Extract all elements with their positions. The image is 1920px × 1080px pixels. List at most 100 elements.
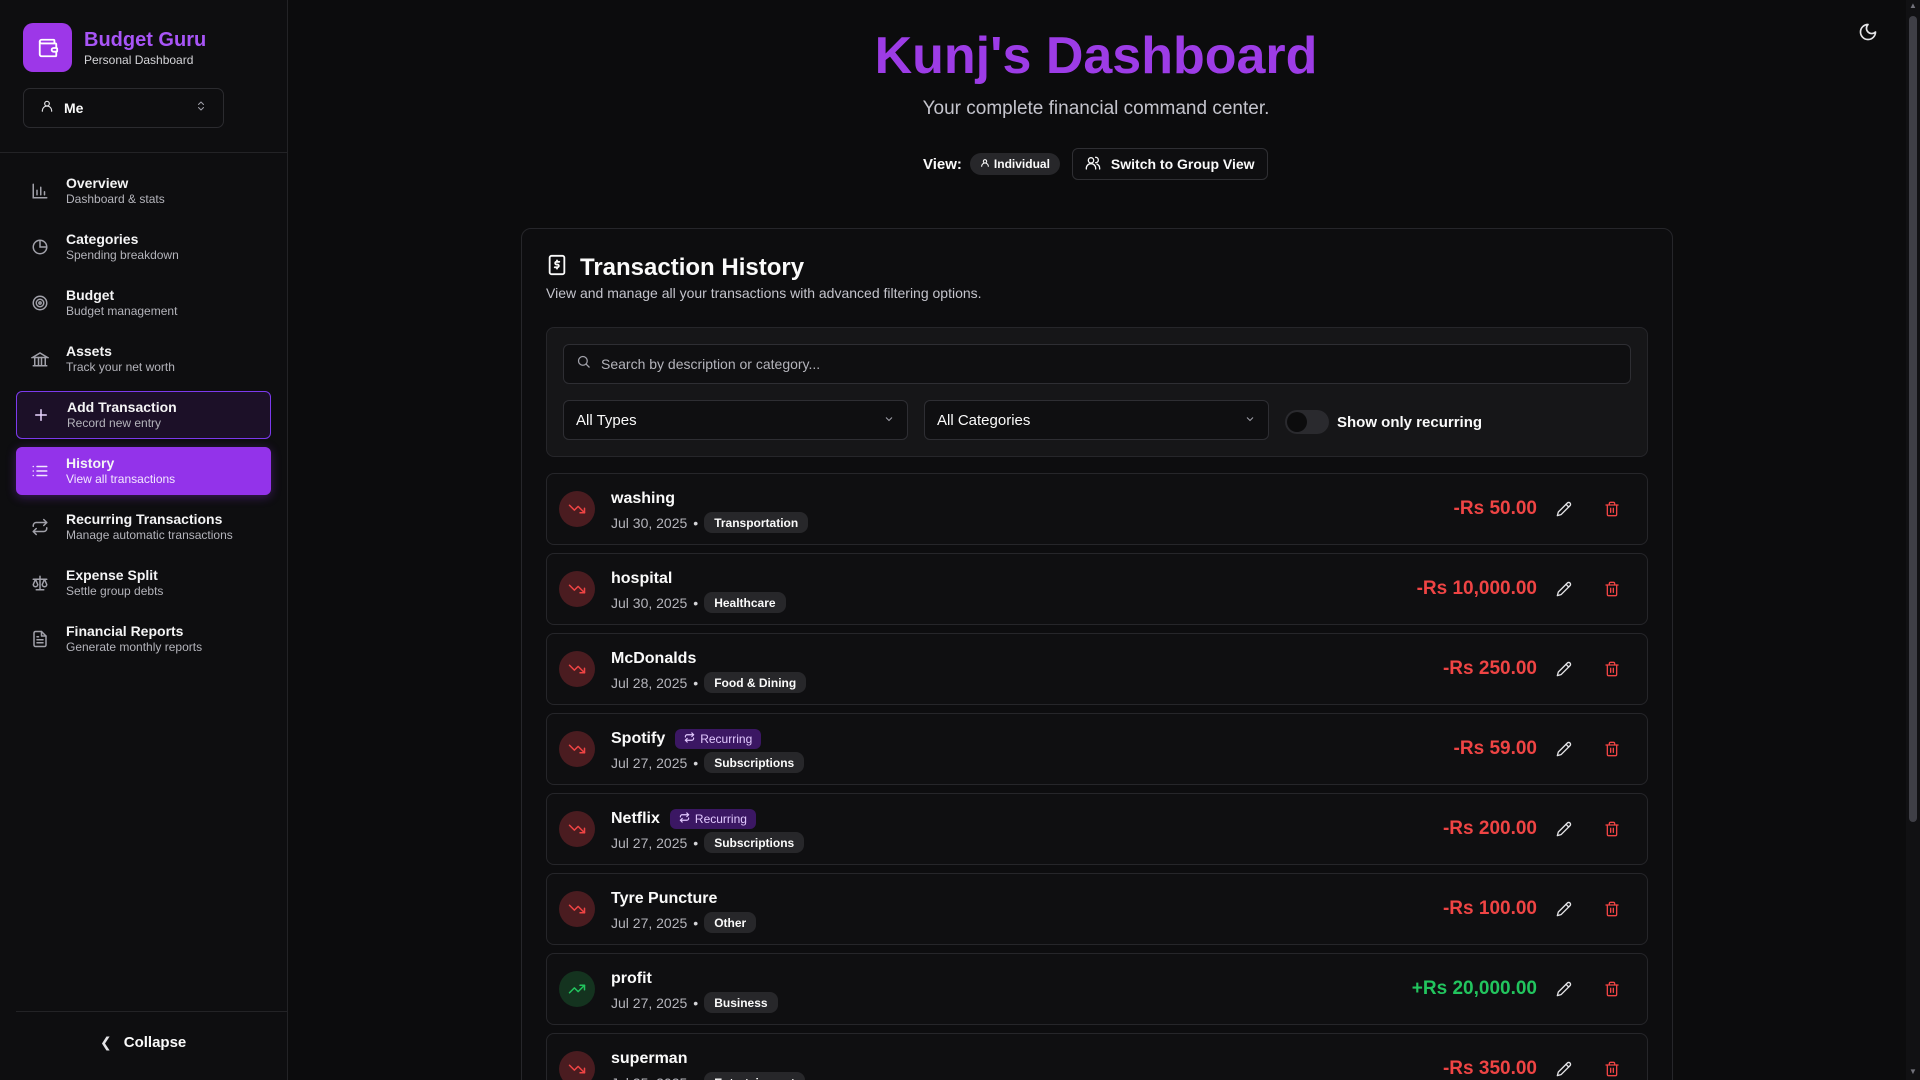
pencil-icon[interactable]: [1553, 498, 1575, 520]
trash-icon[interactable]: [1601, 738, 1623, 760]
moon-icon[interactable]: [1858, 22, 1880, 44]
transaction-row[interactable]: McDonalds Jul 28, 2025 • Food & Dining -…: [546, 633, 1648, 705]
chevron-down-icon: [1244, 412, 1256, 429]
app-subtitle: Personal Dashboard: [84, 52, 194, 67]
trending-down-icon: [559, 891, 595, 927]
transaction-amount: -Rs 10,000.00: [1416, 578, 1537, 599]
pencil-icon[interactable]: [1553, 1058, 1575, 1080]
sidebar-item-assets[interactable]: Assets Track your net worth: [16, 335, 271, 383]
separator-dot: •: [693, 754, 699, 771]
separator-dot: •: [693, 674, 699, 691]
separator-dot: •: [693, 594, 699, 611]
sidebar-item-history[interactable]: History View all transactions: [16, 447, 271, 495]
pencil-icon[interactable]: [1553, 898, 1575, 920]
view-switcher: View: Individual Switch to Group View: [923, 148, 1268, 180]
sidebar-item-title: Categories: [66, 231, 139, 247]
brand: Budget Guru Personal Dashboard: [23, 23, 206, 72]
type-filter-select[interactable]: All Types: [563, 400, 908, 440]
category-badge: Other: [704, 912, 757, 933]
sidebar-item-title: Financial Reports: [66, 623, 184, 639]
sidebar-item-financial-reports[interactable]: Financial Reports Generate monthly report…: [16, 615, 271, 663]
scroll-down-arrow-icon[interactable]: ▼: [1909, 1068, 1917, 1076]
recurring-badge-label: Recurring: [694, 812, 747, 826]
trash-icon[interactable]: [1601, 498, 1623, 520]
user-select-label: Me: [64, 100, 84, 116]
type-filter-value: All Types: [576, 411, 637, 429]
trash-icon[interactable]: [1601, 658, 1623, 680]
search-input[interactable]: [601, 356, 1601, 372]
transaction-history-card: Transaction History View and manage all …: [521, 228, 1673, 1080]
bar-chart-icon: [30, 181, 50, 201]
trash-icon[interactable]: [1601, 1058, 1623, 1080]
card-description: View and manage all your transactions wi…: [546, 285, 982, 301]
category-filter-value: All Categories: [937, 411, 1031, 429]
user-icon: [980, 157, 990, 171]
sidebar-item-recurring-transactions[interactable]: Recurring Transactions Manage automatic t…: [16, 503, 271, 551]
transaction-row[interactable]: Tyre Puncture Jul 27, 2025 • Other -Rs 1…: [546, 873, 1648, 945]
trash-icon[interactable]: [1601, 578, 1623, 600]
recurring-badge-label: Recurring: [700, 732, 753, 746]
trending-down-icon: [559, 731, 595, 767]
pencil-icon[interactable]: [1553, 818, 1575, 840]
sidebar-item-subtitle: Settle group debts: [66, 584, 164, 598]
separator-dot: •: [693, 1075, 698, 1080]
pencil-icon[interactable]: [1553, 738, 1575, 760]
scroll-up-arrow-icon[interactable]: ▲: [1909, 2, 1917, 10]
transaction-date: Jul 30, 2025: [611, 514, 688, 531]
transaction-name: profit: [611, 970, 652, 987]
transaction-row[interactable]: Netflix Recurring Jul 27, 2025 • Subscri…: [546, 793, 1648, 865]
page-subtitle: Your complete financial command center.: [922, 98, 1270, 119]
user-select[interactable]: Me: [23, 88, 224, 128]
search-icon: [576, 354, 591, 374]
transaction-amount: +Rs 20,000.00: [1411, 978, 1537, 999]
recurring-badge: Recurring: [675, 729, 762, 749]
transaction-date: Jul 30, 2025: [611, 594, 688, 611]
sidebar-item-subtitle: Generate monthly reports: [66, 640, 203, 654]
switch-to-group-view-button[interactable]: Switch to Group View: [1071, 148, 1268, 180]
sidebar-item-budget[interactable]: Budget Budget management: [16, 279, 271, 327]
chevron-left-icon: ❮: [100, 1034, 112, 1050]
sidebar-item-title: Recurring Transactions: [66, 511, 223, 527]
separator-dot: •: [693, 514, 699, 531]
sidebar-divider: [0, 152, 288, 153]
transaction-row[interactable]: hospital Jul 30, 2025 • Healthcare -Rs 1…: [546, 553, 1648, 625]
recurring-toggle[interactable]: [1285, 410, 1329, 434]
sidebar-item-title: Overview: [66, 175, 129, 191]
transaction-name: Spotify: [611, 730, 666, 747]
list-icon: [30, 461, 50, 481]
transaction-date: Jul 25, 2025: [611, 1075, 687, 1080]
category-badge: Subscriptions: [704, 752, 805, 773]
sidebar-item-overview[interactable]: Overview Dashboard & stats: [16, 167, 271, 215]
scrollbar[interactable]: ▲ ▼: [1906, 0, 1920, 1080]
transaction-row[interactable]: superman Jul 25, 2025 • Entertainment -R…: [546, 1033, 1648, 1080]
trash-icon[interactable]: [1601, 978, 1623, 1000]
bank-icon: [30, 349, 50, 369]
transaction-row[interactable]: washing Jul 30, 2025 • Transportation -R…: [546, 473, 1648, 545]
trash-icon[interactable]: [1601, 818, 1623, 840]
category-badge: Business: [704, 992, 778, 1013]
category-filter-select[interactable]: All Categories: [924, 400, 1269, 440]
collapse-label: Collapse: [123, 1034, 187, 1051]
sidebar-item-expense-split[interactable]: Expense Split Settle group debts: [16, 559, 271, 607]
transaction-amount: -Rs 350.00: [1442, 1058, 1537, 1079]
collapse-button[interactable]: ❮ Collapse: [100, 1034, 186, 1051]
trending-down-icon: [559, 1051, 595, 1080]
pie-chart-icon: [30, 237, 50, 257]
scroll-thumb[interactable]: [1909, 16, 1917, 822]
sidebar-item-add-transaction[interactable]: Add Transaction Record new entry: [16, 391, 271, 439]
search-box: [563, 344, 1631, 384]
transaction-row[interactable]: profit Jul 27, 2025 • Business +Rs 20,00…: [546, 953, 1648, 1025]
trash-icon[interactable]: [1601, 898, 1623, 920]
category-badge: Subscriptions: [704, 832, 805, 853]
separator-dot: •: [693, 834, 699, 851]
sidebar-item-subtitle: Budget management: [66, 304, 178, 318]
pencil-icon[interactable]: [1553, 978, 1575, 1000]
file-text-icon: [30, 629, 50, 649]
pencil-icon[interactable]: [1553, 658, 1575, 680]
transaction-row[interactable]: Spotify Recurring Jul 27, 2025 • Subscri…: [546, 713, 1648, 785]
transaction-name: McDonalds: [611, 650, 697, 667]
transaction-name: Netflix: [611, 810, 660, 827]
sidebar-item-categories[interactable]: Categories Spending breakdown: [16, 223, 271, 271]
receipt-dollar-icon: [546, 253, 568, 282]
pencil-icon[interactable]: [1553, 578, 1575, 600]
